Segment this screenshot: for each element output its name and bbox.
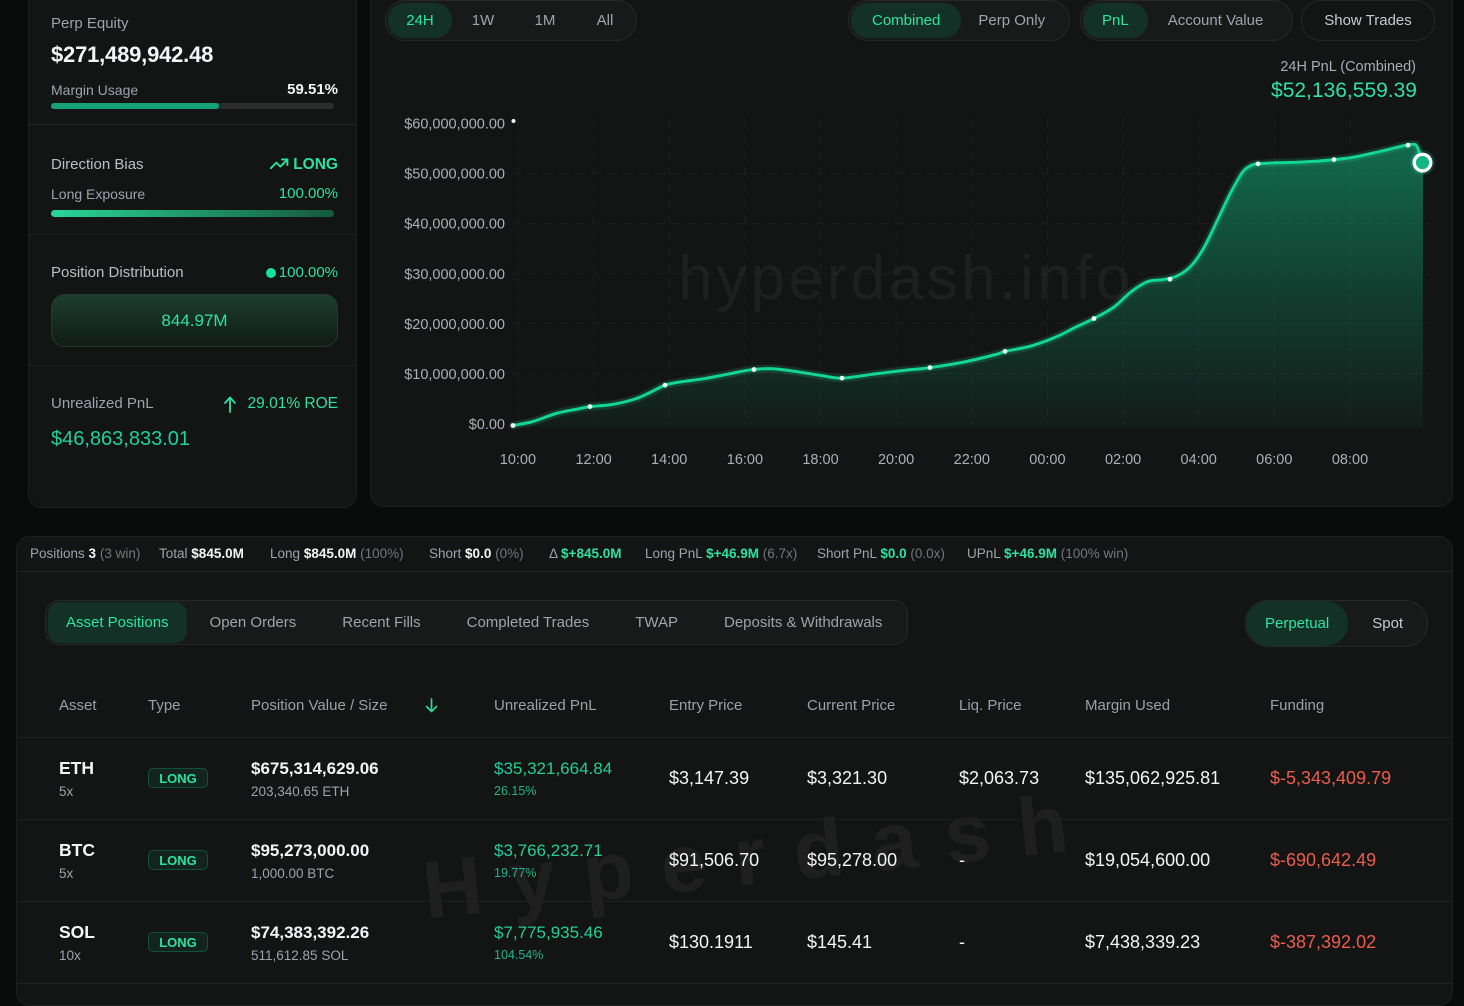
- svg-text:$50,000,000.00: $50,000,000.00: [404, 167, 505, 183]
- svg-text:$60,000,000.00: $60,000,000.00: [404, 117, 505, 133]
- svg-text:14:00: 14:00: [651, 452, 687, 468]
- svg-text:hyperdash.info: hyperdash.info: [678, 244, 1134, 313]
- svg-text:04:00: 04:00: [1181, 452, 1217, 468]
- svg-text:08:00: 08:00: [1332, 452, 1368, 468]
- svg-text:02:00: 02:00: [1105, 452, 1141, 468]
- svg-text:12:00: 12:00: [575, 452, 611, 468]
- svg-text:20:00: 20:00: [878, 452, 914, 468]
- svg-text:22:00: 22:00: [954, 452, 990, 468]
- svg-text:10:00: 10:00: [500, 452, 536, 468]
- svg-text:$40,000,000.00: $40,000,000.00: [404, 217, 505, 233]
- svg-text:$0.00: $0.00: [469, 417, 505, 433]
- svg-text:18:00: 18:00: [802, 452, 838, 468]
- svg-text:06:00: 06:00: [1256, 452, 1292, 468]
- svg-text:$30,000,000.00: $30,000,000.00: [404, 267, 505, 283]
- svg-text:16:00: 16:00: [727, 452, 763, 468]
- svg-text:$20,000,000.00: $20,000,000.00: [404, 317, 505, 333]
- svg-text:$10,000,000.00: $10,000,000.00: [404, 367, 505, 383]
- svg-text:00:00: 00:00: [1029, 452, 1065, 468]
